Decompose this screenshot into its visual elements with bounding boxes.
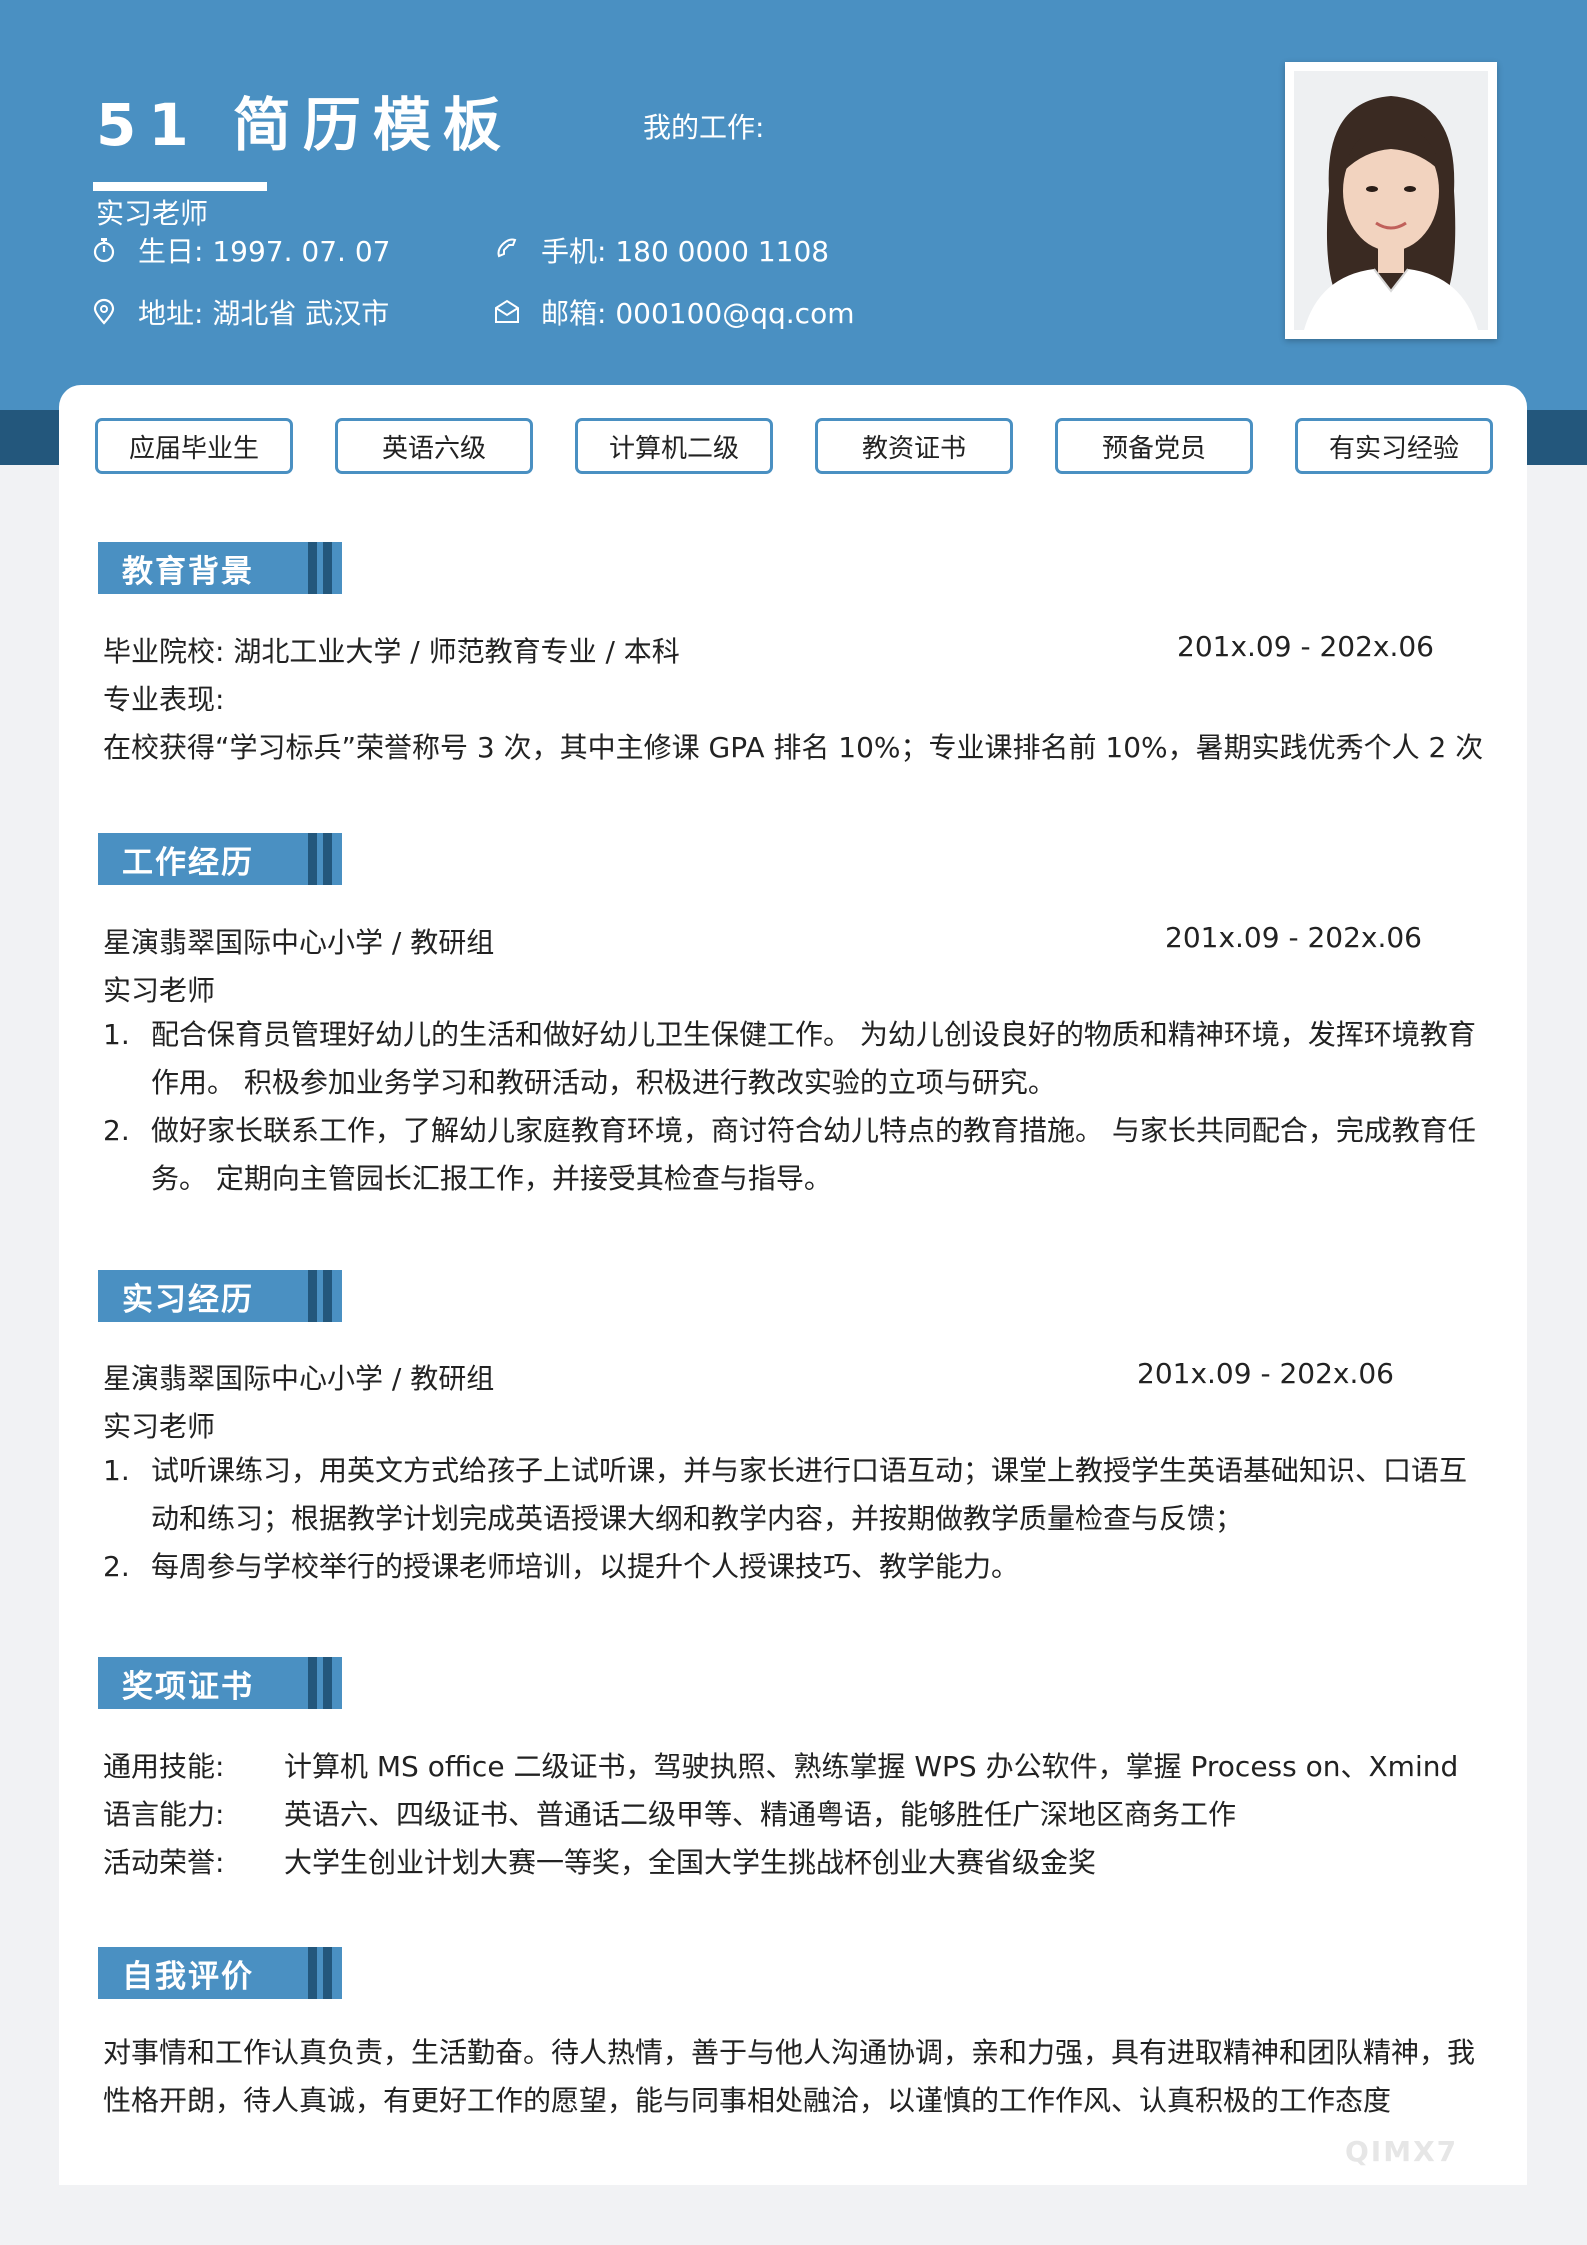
self-evaluation-text: 对事情和工作认真负责，生活勤奋。待人热情，善于与他人沟通协调，亲和力强，具有进取… [103, 2036, 1476, 2117]
phone-icon [493, 236, 521, 264]
birthday-info: 生日: 1997. 07. 07 [90, 230, 390, 270]
title-stripes [302, 833, 332, 885]
title-stripes [302, 1947, 332, 1999]
list-item: 2. 每周参与学校举行的授课老师培训，以提升个人授课技巧、教学能力。 [103, 1550, 1020, 1583]
email-text: 邮箱: 000100@qq.com [541, 297, 855, 330]
section-title-self: 自我评价 [98, 1947, 342, 1999]
work-org: 星演翡翠国际中心小学 / 教研组 [103, 926, 495, 959]
intern-date: 201x.09 - 202x.06 [1137, 1357, 1394, 1390]
education-date: 201x.09 - 202x.06 [1177, 630, 1434, 663]
tag-item: 教资证书 [815, 418, 1013, 474]
education-school: 毕业院校: 湖北工业大学 / 师范教育专业 / 本科 [103, 635, 680, 668]
section-title-intern: 实习经历 [98, 1270, 342, 1322]
tag-item: 英语六级 [335, 418, 533, 474]
role-text: 实习老师 [96, 197, 209, 230]
list-item: 2. 做好家长联系工作，了解幼儿家庭教育环境，商讨符合幼儿特点的教育措施。 与家… [103, 1114, 1476, 1195]
skill-row: 语言能力: 英语六、四级证书、普通话二级甲等、精通粤语，能够胜任广深地区商务工作 [103, 1798, 1237, 1831]
intern-role: 实习老师 [103, 1410, 216, 1443]
title-stripes [302, 1657, 332, 1709]
phone-info: 手机: 180 0000 1108 [493, 230, 829, 270]
work-role: 实习老师 [103, 974, 216, 1007]
title-stripes [302, 1270, 332, 1322]
list-item: 1. 配合保育员管理好幼儿的生活和做好幼儿卫生保健工作。 为幼儿创设良好的物质和… [103, 1018, 1476, 1099]
tag-item: 有实习经验 [1295, 418, 1493, 474]
envelope-icon [493, 298, 521, 326]
resume-name: 51 简历模板 [96, 91, 513, 159]
phone-text: 手机: 180 0000 1108 [541, 235, 830, 268]
job-label: 我的工作: [643, 111, 765, 144]
email-info: 邮箱: 000100@qq.com [493, 292, 854, 332]
list-item: 1. 试听课练习，用英文方式给孩子上试听课，并与家长进行口语互动；课堂上教授学生… [103, 1454, 1468, 1535]
work-date: 201x.09 - 202x.06 [1165, 921, 1422, 954]
tag-item: 计算机二级 [575, 418, 773, 474]
skill-row: 通用技能: 计算机 MS office 二级证书，驾驶执照、熟练掌握 WPS 办… [103, 1750, 1459, 1783]
profile-photo [1285, 62, 1497, 339]
address-text: 地址: 湖北省 武汉市 [138, 297, 390, 330]
title-stripes [302, 542, 332, 594]
name-underline [93, 182, 267, 191]
birthday-text: 生日: 1997. 07. 07 [138, 235, 391, 268]
intern-org: 星演翡翠国际中心小学 / 教研组 [103, 1362, 495, 1395]
stopwatch-icon [90, 236, 118, 264]
section-title-work: 工作经历 [98, 833, 342, 885]
section-title-awards: 奖项证书 [98, 1657, 342, 1709]
tag-item: 预备党员 [1055, 418, 1253, 474]
skill-row: 活动荣誉: 大学生创业计划大赛一等奖，全国大学生挑战杯创业大赛省级金奖 [103, 1846, 1097, 1879]
tag-list: 应届毕业生 英语六级 计算机二级 教资证书 预备党员 有实习经验 [95, 418, 1493, 474]
tag-item: 应届毕业生 [95, 418, 293, 474]
location-pin-icon [90, 298, 118, 326]
education-performance-label: 专业表现: [103, 683, 225, 716]
section-title-education: 教育背景 [98, 542, 342, 594]
education-performance: 在校获得“学习标兵”荣誉称号 3 次，其中主修课 GPA 排名 10%；专业课排… [103, 731, 1484, 764]
watermark-logo: QIMX7 [1345, 2135, 1459, 2168]
address-info: 地址: 湖北省 武汉市 [90, 292, 389, 332]
